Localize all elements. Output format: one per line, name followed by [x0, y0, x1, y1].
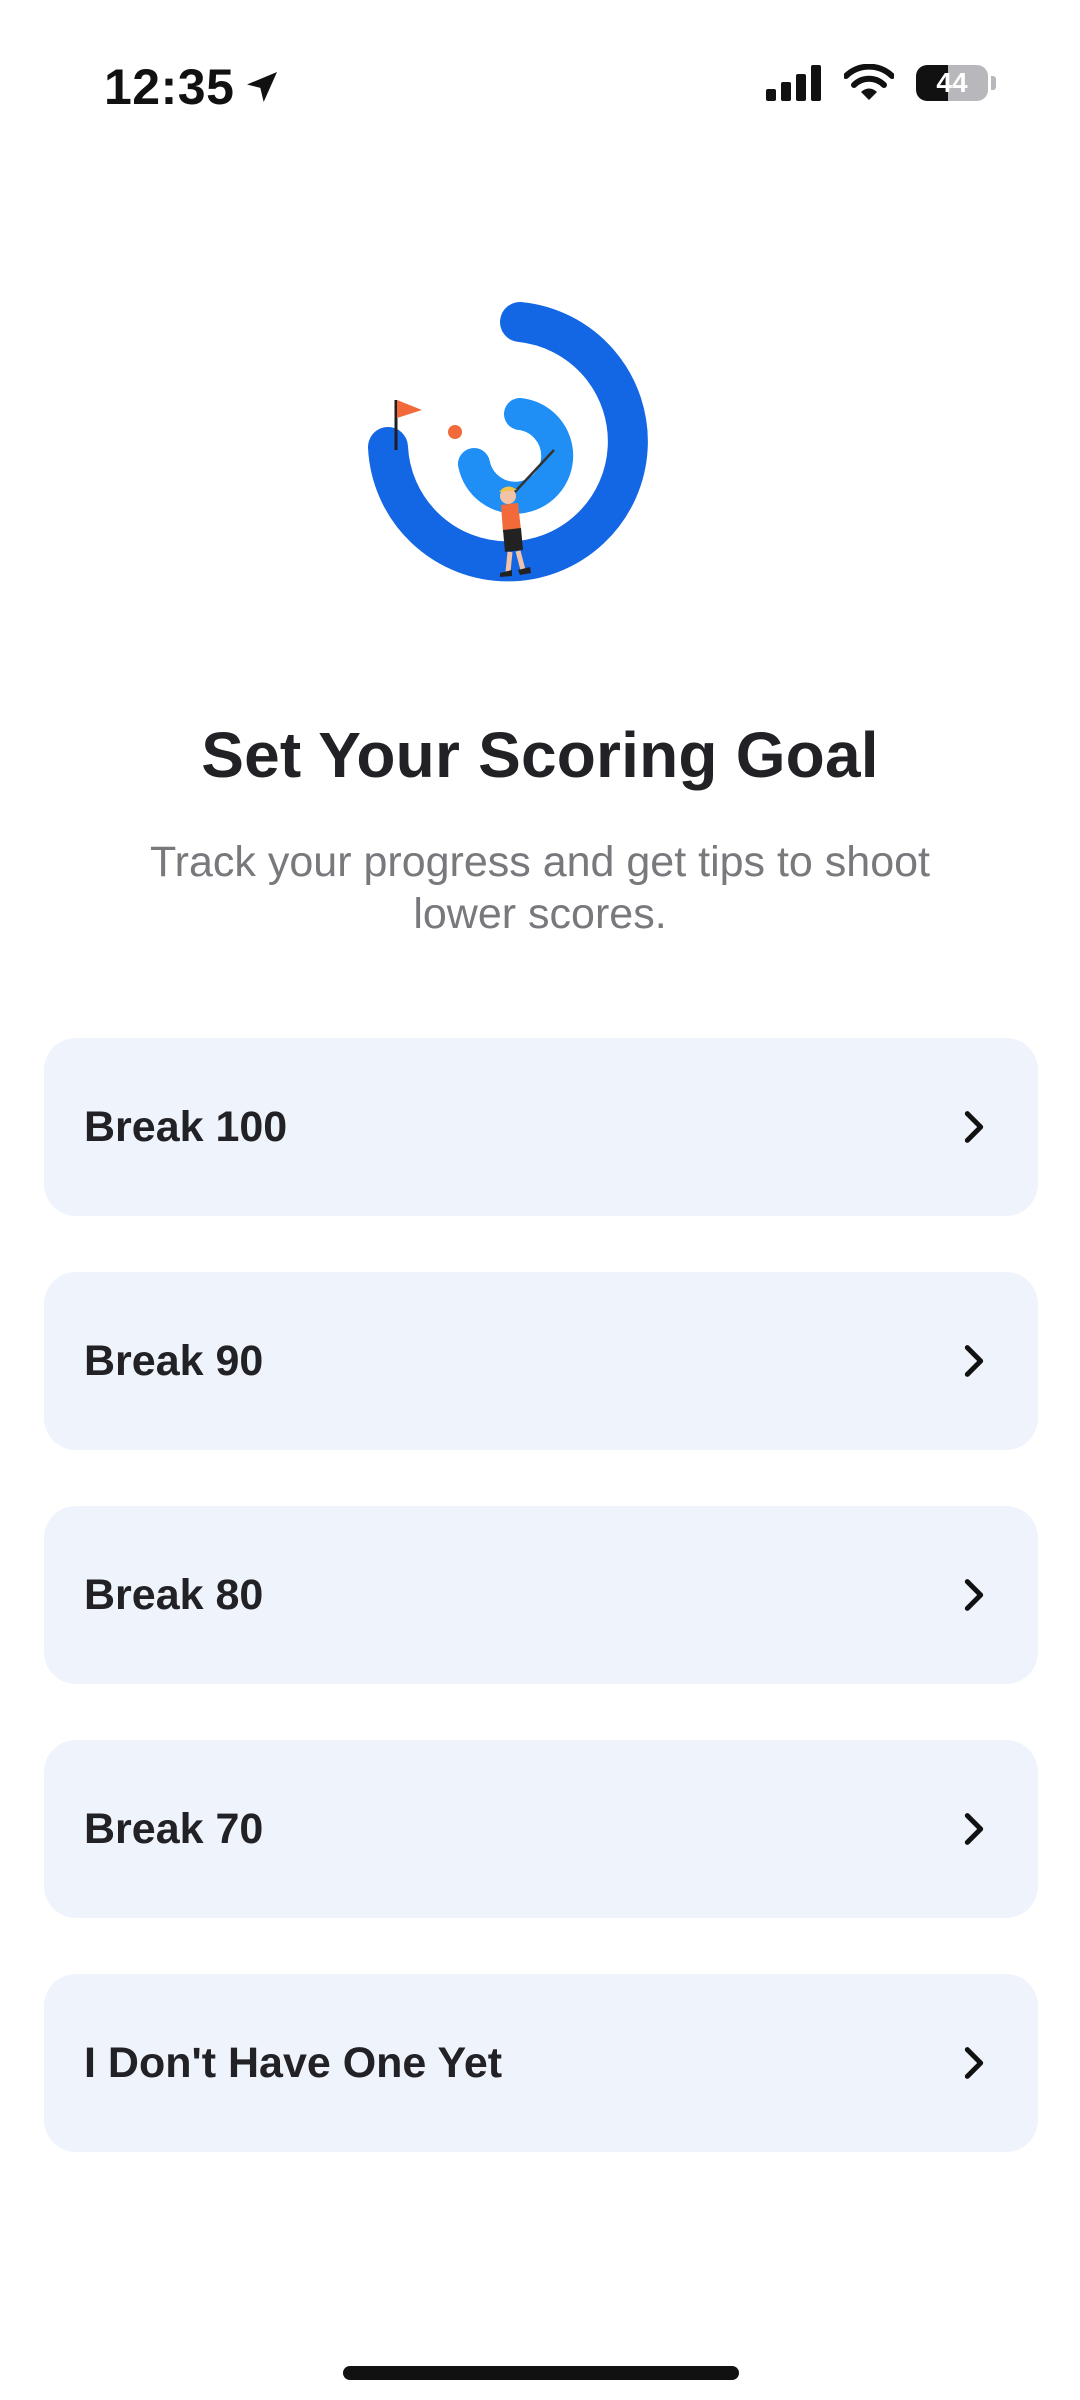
- option-label: Break 100: [84, 1102, 288, 1151]
- cellular-signal-icon: [766, 65, 821, 101]
- chevron-right-icon: [964, 1345, 984, 1377]
- location-arrow-icon: [247, 72, 278, 102]
- wifi-icon: [844, 64, 894, 100]
- battery-icon: 44: [916, 65, 988, 101]
- golf-goal-illustration: [368, 302, 648, 582]
- page-title: Set Your Scoring Goal: [201, 719, 879, 791]
- goal-option-break-90[interactable]: Break 90: [44, 1272, 1038, 1450]
- page-subtitle: Track your progress and get tips to shoo…: [150, 838, 930, 938]
- goal-option-break-80[interactable]: Break 80: [44, 1506, 1038, 1684]
- chevron-right-icon: [964, 1579, 984, 1611]
- chevron-right-icon: [964, 2047, 984, 2079]
- goal-option-break-70[interactable]: Break 70: [44, 1740, 1038, 1918]
- battery-tip: [991, 76, 996, 90]
- flag-icon: [397, 400, 422, 418]
- status-icons: 44: [766, 64, 996, 102]
- status-bar: 12:35 44: [0, 0, 1080, 170]
- battery-level: 44: [936, 67, 968, 98]
- chevron-right-icon: [964, 1813, 984, 1845]
- goal-options-list: Break 100 Break 90 Break 80 Break 70 I D…: [44, 1038, 1038, 2208]
- chevron-right-icon: [964, 1111, 984, 1143]
- golf-ball-icon: [448, 425, 462, 439]
- status-time: 12:35: [104, 58, 282, 116]
- inner-ring: [458, 398, 574, 514]
- time-text: 12:35: [104, 59, 235, 115]
- goal-option-break-100[interactable]: Break 100: [44, 1038, 1038, 1216]
- home-indicator[interactable]: [343, 2366, 739, 2380]
- option-label: Break 70: [84, 1804, 264, 1853]
- option-label: Break 80: [84, 1570, 264, 1619]
- option-label: Break 90: [84, 1336, 264, 1385]
- goal-option-no-goal[interactable]: I Don't Have One Yet: [44, 1974, 1038, 2152]
- option-label: I Don't Have One Yet: [84, 2038, 503, 2087]
